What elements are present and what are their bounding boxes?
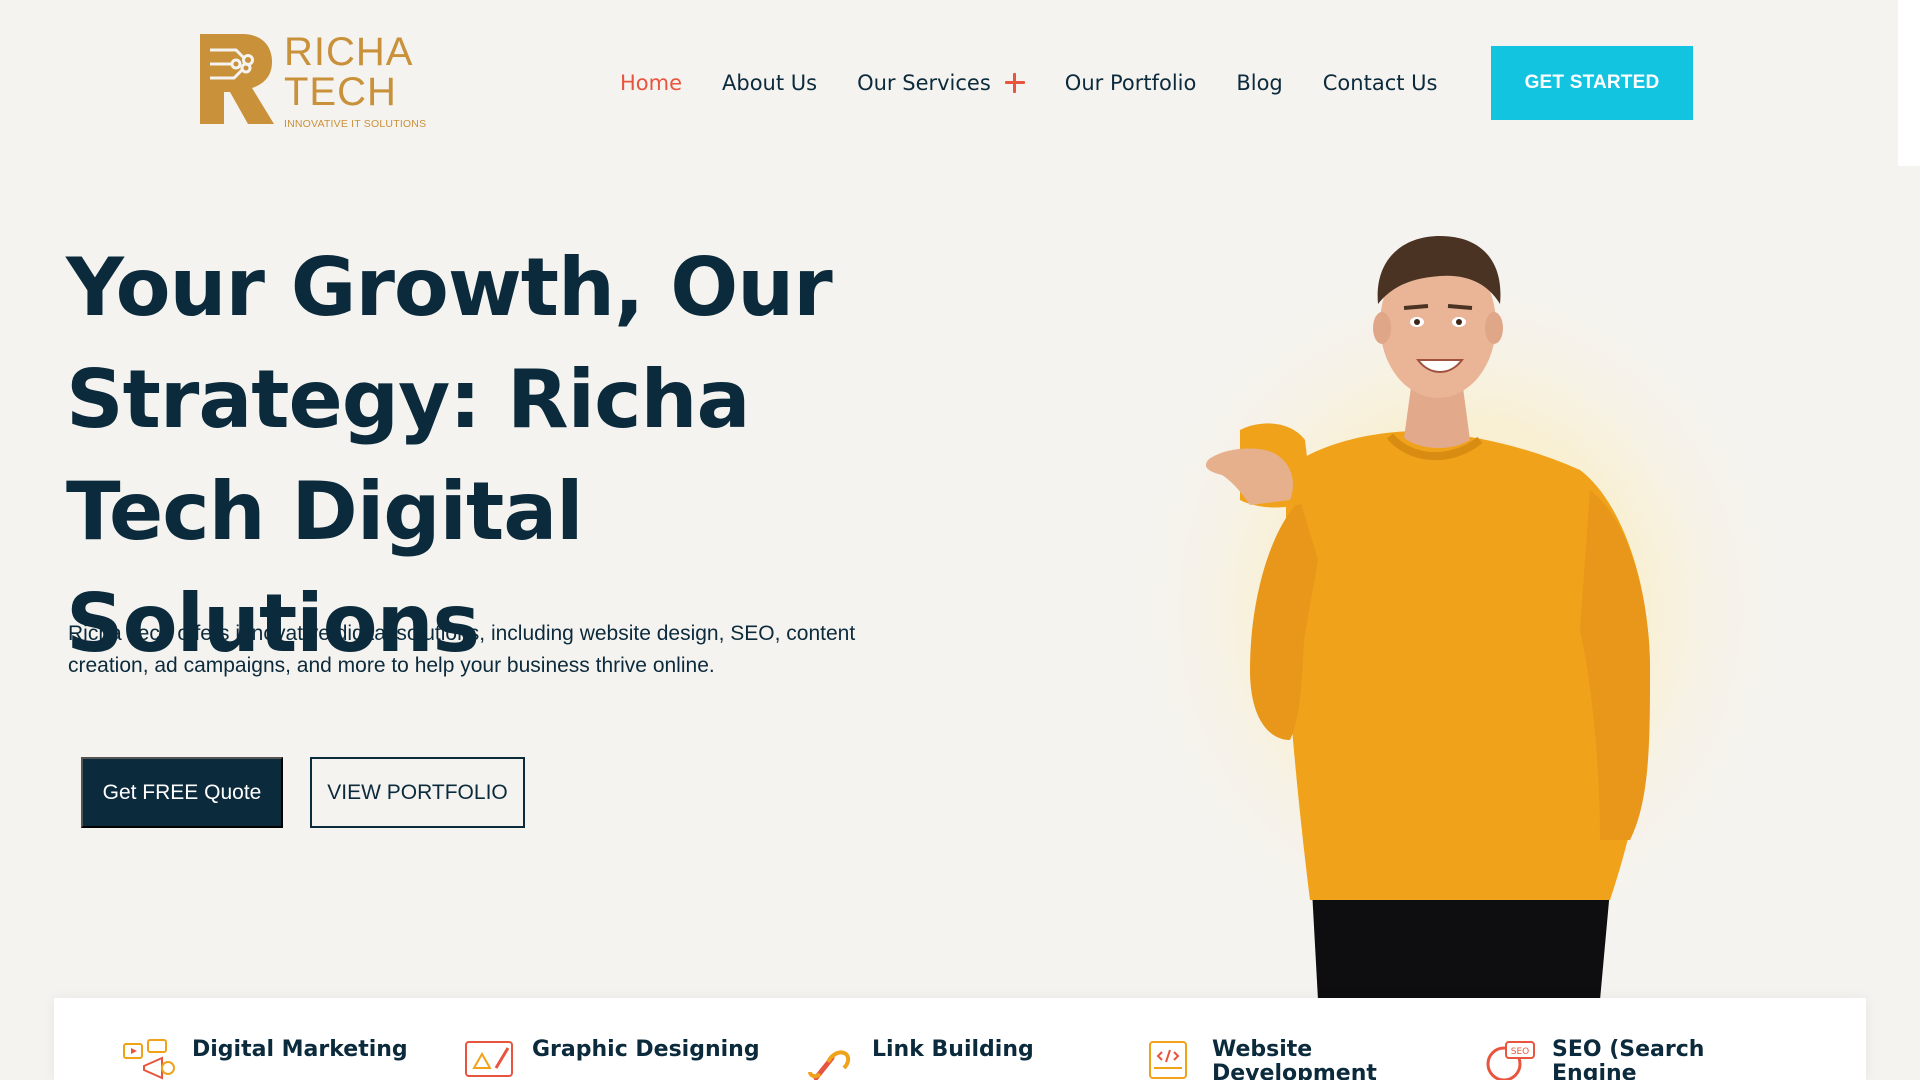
logo-line-2: TECH [284,70,397,114]
logo-tagline: INNOVATIVE IT SOLUTIONS [284,118,427,130]
site-header: RICHA TECH INNOVATIVE IT SOLUTIONS Home … [0,0,1920,166]
service-label: Digital Marketing [192,1037,408,1062]
logo-line-1: RICHA [284,30,414,74]
nav-services-label: Our Services [857,71,991,95]
hero-person-image [1120,236,1800,1000]
hero-title: Your Growth, Our Strategy: Richa Tech Di… [66,241,833,670]
view-portfolio-button[interactable]: VIEW PORTFOLIO [310,757,525,828]
service-label: Link Building [872,1037,1034,1062]
service-label: Graphic Designing [532,1037,760,1062]
graphic-design-icon [465,1041,513,1077]
nav-contact-label: Contact Us [1322,71,1438,95]
service-digital-marketing[interactable]: Digital Marketing [122,1038,422,1080]
service-website-development[interactable]: Website Development [1142,1038,1442,1080]
nav-blog-label: Blog [1236,71,1283,95]
brand-logo[interactable]: RICHA TECH INNOVATIVE IT SOLUTIONS [196,32,436,130]
get-started-button[interactable]: GET STARTED [1491,46,1693,120]
svg-text:SEO: SEO [1511,1047,1529,1057]
logo-r-icon [200,34,274,124]
digital-marketing-icon [123,1039,175,1080]
logo-wordmark: RICHA TECH INNOVATIVE IT SOLUTIONS [284,32,426,130]
nav-our-services[interactable]: Our Services [857,71,1025,95]
hero-description: Richa Tech offers innovative digital sol… [68,622,856,677]
services-bar: Digital Marketing Graphic Designing Link… [54,998,1866,1080]
service-graphic-designing[interactable]: Graphic Designing [462,1038,762,1080]
service-link-building[interactable]: Link Building [802,1038,1102,1080]
seo-icon: SEO [1486,1041,1535,1080]
nav-about-label: About Us [722,71,818,95]
service-label: Website Development [1212,1037,1377,1080]
service-label: SEO (Search Engine Optimization) [1552,1037,1705,1080]
plus-icon[interactable] [1004,73,1025,93]
nav-portfolio-label: Our Portfolio [1064,71,1197,95]
nav-home-label: Home [620,71,683,95]
link-icon [808,1050,851,1080]
nav-blog[interactable]: Blog [1236,71,1282,95]
nav-contact-us[interactable]: Contact Us [1323,71,1438,95]
service-seo[interactable]: SEO SEO (Search Engine Optimization) [1482,1038,1782,1080]
web-development-icon [1149,1041,1187,1079]
edge-strip [1898,0,1920,166]
nav-about-us[interactable]: About Us [722,71,817,95]
nav-our-portfolio[interactable]: Our Portfolio [1065,71,1197,95]
nav-home[interactable]: Home [620,71,682,95]
get-free-quote-button[interactable]: Get FREE Quote [81,757,283,828]
main-nav: Home About Us Our Services Our Portfolio… [620,66,1477,100]
